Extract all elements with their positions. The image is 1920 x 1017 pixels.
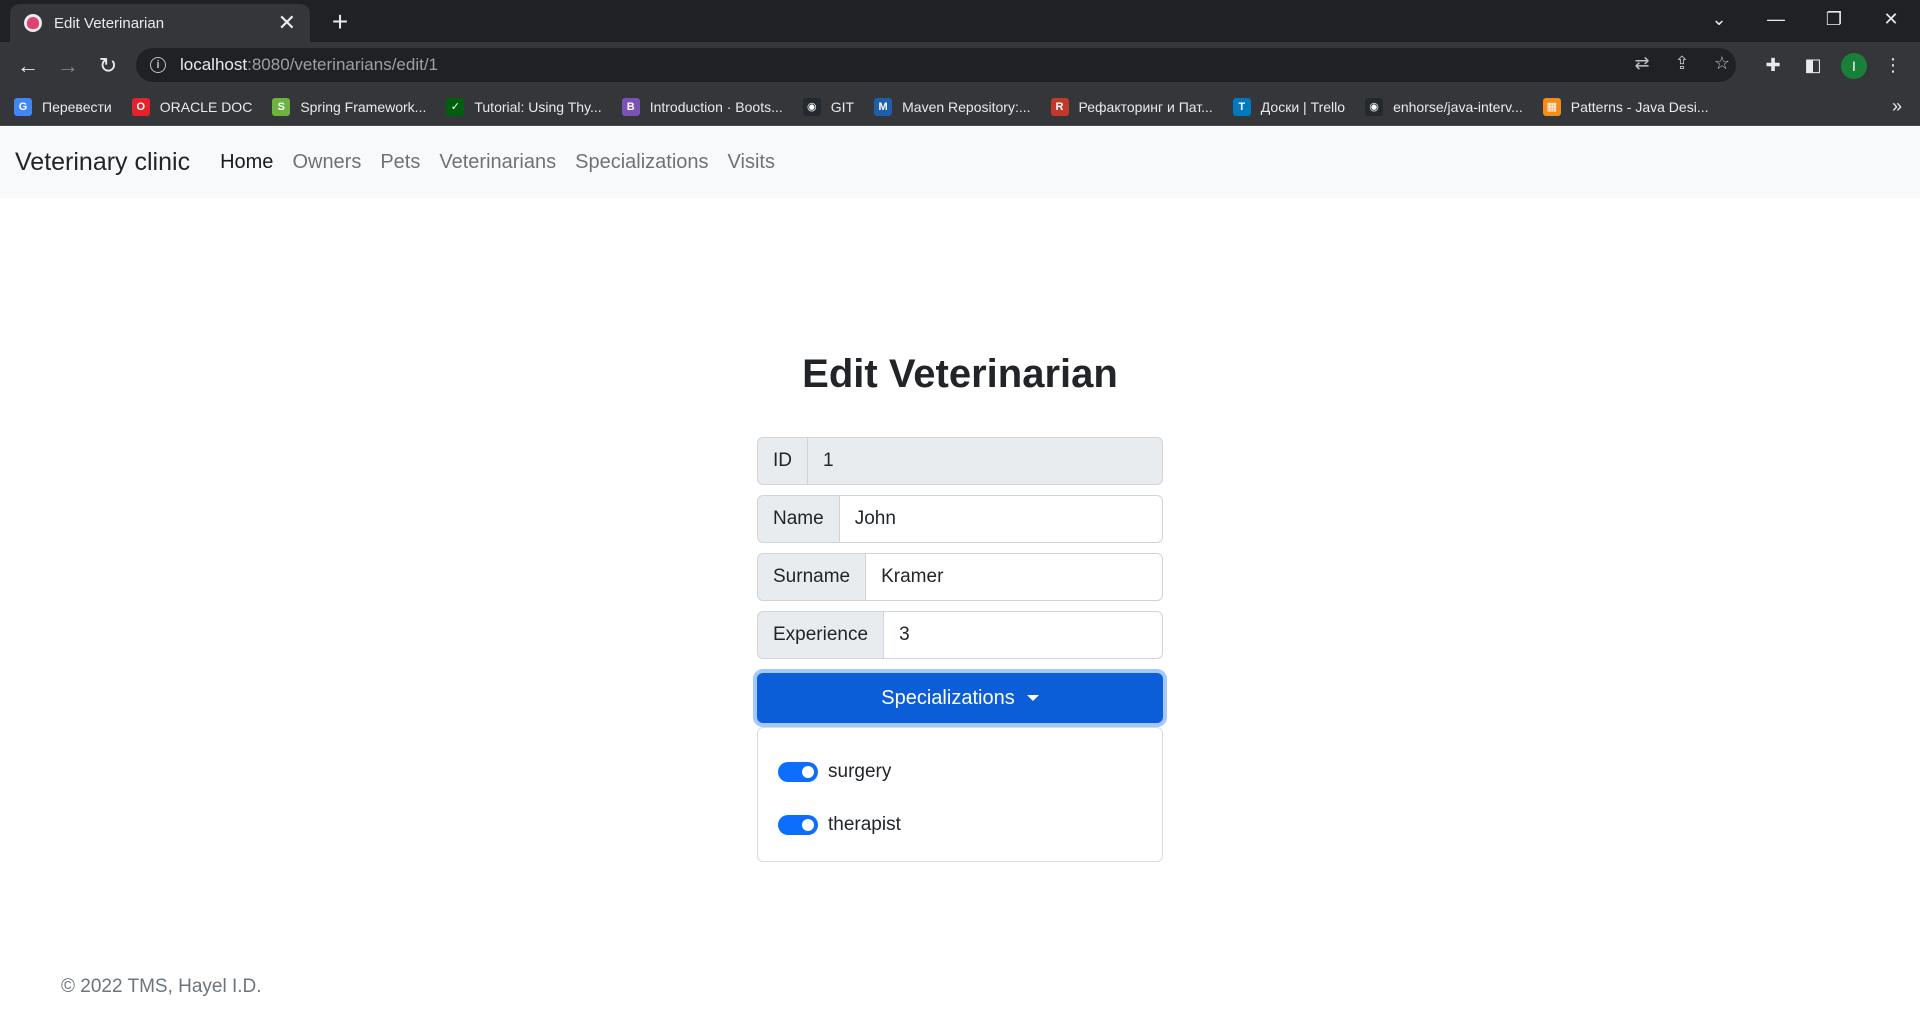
bookmark-label: Patterns - Java Desi... xyxy=(1570,98,1709,115)
bookmark-item[interactable]: ◉ GIT xyxy=(802,97,855,116)
page-title: Edit Veterinarian xyxy=(802,352,1118,396)
restore-icon[interactable]: ❐ xyxy=(1806,0,1862,38)
bookmarks-bar: G Перевести O ORACLE DOC S Spring Framework..… xyxy=(0,88,1920,126)
github-icon: ◉ xyxy=(1365,97,1384,116)
specialization-label[interactable]: surgery xyxy=(828,761,891,783)
nav-link-owners[interactable]: Owners xyxy=(292,151,361,174)
maven-icon: M xyxy=(874,97,893,116)
tab-title: Edit Veterinarian xyxy=(54,14,165,32)
id-label: ID xyxy=(757,437,807,485)
nav-link-pets[interactable]: Pets xyxy=(380,151,420,174)
specialization-label[interactable]: therapist xyxy=(828,814,901,836)
minimize-icon[interactable]: — xyxy=(1748,0,1804,38)
bookmark-label: Introduction · Boots... xyxy=(649,98,783,115)
bookmark-item[interactable]: B Introduction · Boots... xyxy=(621,97,783,116)
back-icon[interactable]: ← xyxy=(12,50,44,82)
bookmark-label: Рефакторинг и Пат... xyxy=(1078,98,1213,115)
name-field[interactable] xyxy=(838,495,1163,543)
bookmark-label: Перевести xyxy=(42,98,112,115)
new-tab-button[interactable]: + xyxy=(324,6,356,38)
patterns-icon: ▦ xyxy=(1542,97,1561,116)
address-bar[interactable]: i localhost:8080/veterinarians/edit/1 xyxy=(136,48,1736,82)
name-label: Name xyxy=(757,495,839,543)
experience-input-group: Experience xyxy=(757,611,1163,659)
name-input-group: Name xyxy=(757,495,1163,543)
bookmark-item[interactable]: R Рефакторинг и Пат... xyxy=(1050,97,1213,116)
surname-input-group: Surname xyxy=(757,553,1163,601)
navbar-brand[interactable]: Veterinary clinic xyxy=(15,148,190,177)
bookmark-label: Spring Framework... xyxy=(300,98,427,115)
surgery-toggle-switch[interactable] xyxy=(778,762,818,782)
specialization-item: therapist xyxy=(778,809,1142,841)
bookmark-label: enhorse/java-interv... xyxy=(1393,98,1523,115)
close-window-icon[interactable]: ✕ xyxy=(1863,0,1919,38)
url-path: :8080/veterinarians/edit/1 xyxy=(247,55,439,74)
side-panel-icon[interactable]: ◧ xyxy=(1798,50,1828,80)
bookmark-item[interactable]: ◉ enhorse/java-interv... xyxy=(1365,97,1523,116)
surname-label: Surname xyxy=(757,553,866,601)
bookmark-star-icon[interactable]: ☆ xyxy=(1708,49,1736,77)
oracle-icon: O xyxy=(131,97,150,116)
bookmark-label: ORACLE DOC xyxy=(159,98,253,115)
site-info-icon[interactable]: i xyxy=(150,57,166,73)
id-field xyxy=(807,437,1163,485)
bookmark-item[interactable]: T Доски | Trello xyxy=(1232,97,1346,116)
github-icon: ◉ xyxy=(802,97,821,116)
caret-down-icon xyxy=(1026,695,1039,701)
bookmark-label: GIT xyxy=(830,98,855,115)
bookmark-item[interactable]: ▦ Patterns - Java Desi... xyxy=(1542,97,1709,116)
nav-link-specializations[interactable]: Specializations xyxy=(575,151,708,174)
extensions-icon[interactable]: ✚ xyxy=(1758,50,1788,80)
nav-link-home[interactable]: Home xyxy=(220,151,273,174)
reload-icon[interactable]: ↻ xyxy=(92,50,124,82)
bookmark-item[interactable]: O ORACLE DOC xyxy=(131,97,253,116)
browser-tab[interactable]: Edit Veterinarian ✕ xyxy=(10,4,310,42)
specializations-dropdown-menu: surgery therapist xyxy=(757,727,1163,862)
trello-icon: T xyxy=(1232,97,1251,116)
nav-link-visits[interactable]: Visits xyxy=(728,151,775,174)
bookmark-label: Maven Repository:... xyxy=(902,98,1031,115)
browser-tab-bar: Edit Veterinarian ✕ + ⌄ — ❐ ✕ xyxy=(0,0,1920,42)
specialization-item: surgery xyxy=(778,756,1142,788)
edit-veterinarian-form: ID Name Surname Experience Specializatio… xyxy=(757,437,1163,862)
browser-toolbar: ← → ↻ i localhost:8080/veterinarians/edi… xyxy=(0,42,1920,88)
therapist-toggle-switch[interactable] xyxy=(778,815,818,835)
footer-copyright: © 2022 TMS, Hayel I.D. xyxy=(61,976,262,997)
id-input-group: ID xyxy=(757,437,1163,485)
tab-search-icon[interactable]: ⌄ xyxy=(1691,0,1747,38)
close-tab-icon[interactable]: ✕ xyxy=(278,12,296,34)
paw-favicon-icon xyxy=(24,14,42,32)
bookmark-item[interactable]: M Maven Repository:... xyxy=(874,97,1031,116)
app-navbar: Veterinary clinic Home Owners Pets Veter… xyxy=(0,126,1920,198)
specializations-dropdown-button[interactable]: Specializations xyxy=(757,673,1163,723)
nav-link-veterinarians[interactable]: Veterinarians xyxy=(439,151,556,174)
profile-avatar[interactable]: I xyxy=(1841,53,1867,79)
experience-field[interactable] xyxy=(883,611,1163,659)
forward-icon[interactable]: → xyxy=(52,50,84,82)
specializations-button-label: Specializations xyxy=(881,686,1015,709)
share-icon[interactable]: ⇪ xyxy=(1668,49,1696,77)
bookmark-item[interactable]: ✓ Tutorial: Using Thy... xyxy=(446,97,602,116)
google-translate-icon: G xyxy=(14,97,32,116)
refactoring-icon: R xyxy=(1050,97,1069,116)
url-host: localhost xyxy=(180,55,248,74)
bookmark-label: Доски | Trello xyxy=(1260,98,1346,115)
menu-kebab-icon[interactable]: ⋮ xyxy=(1878,50,1908,80)
bookmark-label: Tutorial: Using Thy... xyxy=(474,98,602,115)
translate-icon[interactable]: ⇄ xyxy=(1628,49,1656,77)
surname-field[interactable] xyxy=(865,553,1163,601)
experience-label: Experience xyxy=(757,611,884,659)
thymeleaf-icon: ✓ xyxy=(446,97,465,116)
bookmark-item[interactable]: S Spring Framework... xyxy=(272,97,427,116)
spring-icon: S xyxy=(272,97,291,116)
bootstrap-icon: B xyxy=(621,97,640,116)
bookmark-item[interactable]: G Перевести xyxy=(14,97,112,116)
more-bookmarks-icon[interactable]: » xyxy=(1892,96,1902,117)
